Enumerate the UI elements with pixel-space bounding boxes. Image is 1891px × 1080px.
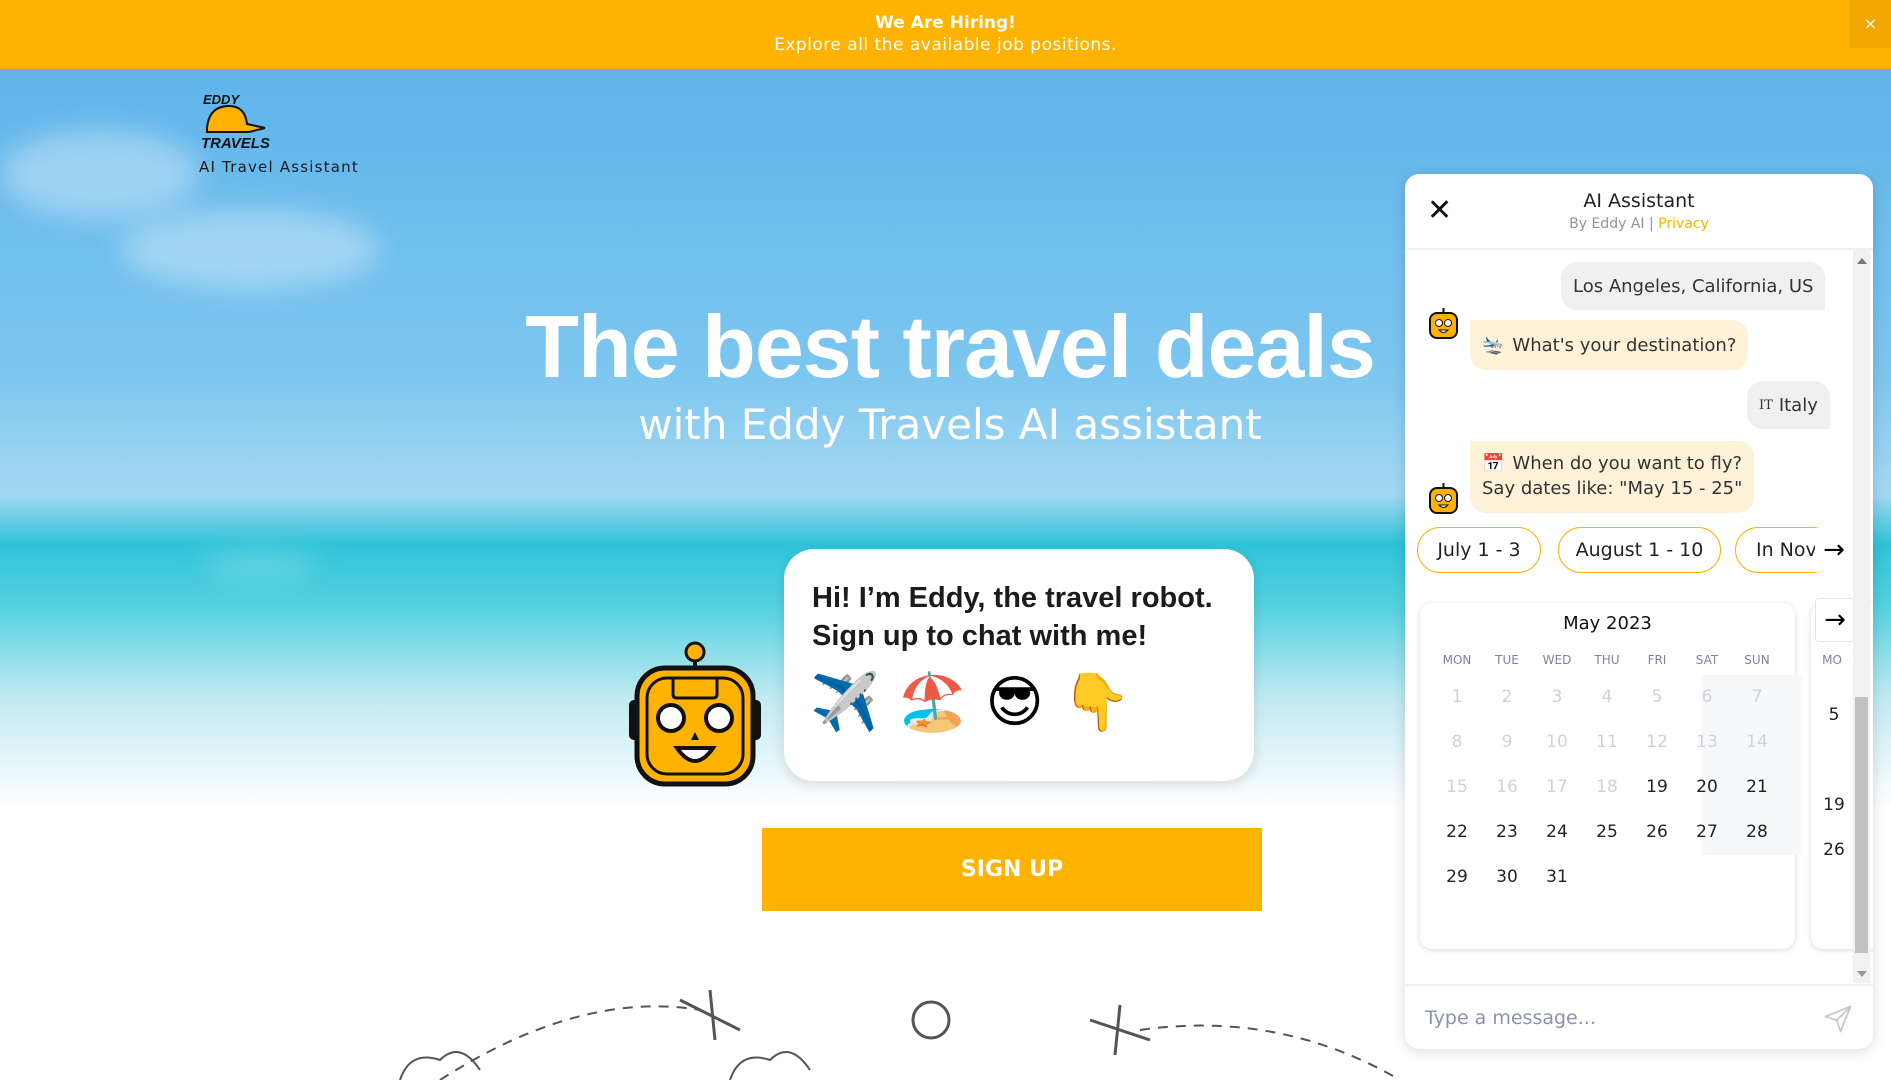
day-cell[interactable]: 22 xyxy=(1432,822,1482,842)
bubble-line-1: Hi! I’m Eddy, the travel robot. xyxy=(812,582,1213,614)
day-cell[interactable]: 5 xyxy=(1809,705,1859,725)
day-cell: 13 xyxy=(1696,732,1718,752)
weekday-label: FRI xyxy=(1647,653,1667,667)
message-text: Say dates like: "May 15 - 25" xyxy=(1482,478,1743,499)
svg-text:TRAVELS: TRAVELS xyxy=(201,135,270,152)
message-text: When do you want to fly? xyxy=(1512,453,1743,474)
weekday-label: MON xyxy=(1442,653,1472,667)
chat-header: ✕ AI Assistant By Eddy AI | Privacy xyxy=(1405,174,1873,250)
scroll-down-icon[interactable] xyxy=(1857,971,1867,977)
day-cell: 18 xyxy=(1596,777,1618,797)
calendar-icon: 📅 xyxy=(1482,453,1505,474)
day-cell[interactable]: 30 xyxy=(1482,867,1532,887)
weekday-label: WED xyxy=(1542,653,1572,667)
italy-flag-icon: IT xyxy=(1759,397,1773,413)
bot-message: 🛬 What's your destination? xyxy=(1470,320,1749,370)
day-cell[interactable]: 29 xyxy=(1432,867,1482,887)
day-cell: 8 xyxy=(1451,732,1463,752)
day-cell: 10 xyxy=(1546,732,1568,752)
scroll-thumb[interactable] xyxy=(1855,697,1868,953)
chat-panel: ✕ AI Assistant By Eddy AI | Privacy Los … xyxy=(1405,174,1873,1049)
day-cell[interactable]: 31 xyxy=(1532,867,1582,887)
day-cell[interactable]: 19 xyxy=(1809,795,1859,815)
day-cell[interactable]: 26 xyxy=(1632,822,1682,842)
day-cell: 14 xyxy=(1746,732,1768,752)
day-cell[interactable]: 28 xyxy=(1732,822,1782,842)
day-cell: 3 xyxy=(1551,687,1563,707)
scroll-up-icon[interactable] xyxy=(1857,258,1867,264)
day-cell[interactable]: 19 xyxy=(1632,777,1682,797)
privacy-link[interactable]: Privacy xyxy=(1658,216,1709,232)
message-input[interactable] xyxy=(1425,1000,1805,1036)
weekday-label: TUE xyxy=(1495,653,1519,667)
day-cell[interactable]: 23 xyxy=(1482,822,1532,842)
chat-title: AI Assistant xyxy=(1583,190,1695,212)
svg-text:EDDY: EDDY xyxy=(203,92,240,107)
user-message: Los Angeles, California, US xyxy=(1561,262,1826,310)
bubble-line-2: Sign up to chat with me! xyxy=(812,620,1148,652)
sign-up-button[interactable]: SIGN UP xyxy=(762,828,1262,911)
calendar-may-2023: May 2023 MON TUE WED THU FRI SAT SUN 1 2 3 4 5 6 7 8 9 1… xyxy=(1420,603,1802,949)
weekday-label: THU xyxy=(1594,653,1620,667)
day-cell: 4 xyxy=(1601,687,1613,707)
bot-avatar-icon xyxy=(1429,308,1458,339)
date-chip[interactable]: August 1 - 10 xyxy=(1558,527,1721,573)
day-cell: 1 xyxy=(1451,687,1463,707)
day-cell: 7 xyxy=(1751,687,1763,707)
emoji-row: ✈️🏖️😎👇 xyxy=(810,670,1150,735)
day-cell: 15 xyxy=(1446,777,1468,797)
day-cell: 17 xyxy=(1546,777,1568,797)
weekday-label: SUN xyxy=(1744,653,1770,667)
day-cell: 2 xyxy=(1501,687,1513,707)
landing-icon: 🛬 xyxy=(1482,334,1505,356)
hiring-banner[interactable]: We Are Hiring! Explore all the available… xyxy=(0,0,1891,69)
message-text: Los Angeles, California, US xyxy=(1573,275,1814,297)
chat-byline: By Eddy AI xyxy=(1569,216,1645,232)
day-cell[interactable]: 21 xyxy=(1732,777,1782,797)
message-text: Italy xyxy=(1778,394,1818,416)
day-cell: 9 xyxy=(1501,732,1513,752)
day-cell: 12 xyxy=(1646,732,1668,752)
day-cell[interactable]: 25 xyxy=(1582,822,1632,842)
bot-message: 📅 When do you want to fly? Say dates like:… xyxy=(1470,441,1755,513)
send-icon[interactable] xyxy=(1823,1004,1853,1034)
separator: | xyxy=(1648,216,1654,232)
chat-scrollbar[interactable] xyxy=(1853,250,1870,983)
day-cell: 5 xyxy=(1651,687,1663,707)
day-cell[interactable]: 27 xyxy=(1682,822,1732,842)
bot-avatar-icon xyxy=(1429,483,1458,514)
day-cell[interactable]: 26 xyxy=(1809,840,1859,860)
eddy-robot-icon xyxy=(629,641,761,787)
chips-next-arrow-icon[interactable]: → xyxy=(1815,527,1853,573)
day-cell: 11 xyxy=(1596,732,1618,752)
robot-speech-bubble: Hi! I’m Eddy, the travel robot. Sign up t… xyxy=(784,549,1254,781)
eddy-travels-logo[interactable]: EDDY TRAVELS xyxy=(199,88,271,152)
day-cell: 6 xyxy=(1701,687,1713,707)
weekday-label: MO xyxy=(1822,653,1842,667)
day-cell[interactable]: 24 xyxy=(1532,822,1582,842)
banner-title: We Are Hiring! xyxy=(875,13,1016,33)
day-cell[interactable]: 20 xyxy=(1682,777,1732,797)
brand-tagline: AI Travel Assistant xyxy=(199,158,359,176)
banner-close-button[interactable]: × xyxy=(1850,0,1891,48)
message-bar xyxy=(1405,984,1873,1049)
day-cell: 16 xyxy=(1496,777,1518,797)
banner-subtitle[interactable]: Explore all the available job positions. xyxy=(0,35,1891,55)
message-text: What's your destination? xyxy=(1512,334,1737,356)
calendar-month: May 2023 xyxy=(1563,613,1652,634)
calendar-next-arrow-icon[interactable]: → xyxy=(1815,598,1855,642)
user-message: IT Italy xyxy=(1747,381,1830,429)
weekday-label: SAT xyxy=(1695,653,1719,667)
travel-doodle-decoration xyxy=(399,990,1401,1080)
date-chip[interactable]: July 1 - 3 xyxy=(1417,527,1541,573)
